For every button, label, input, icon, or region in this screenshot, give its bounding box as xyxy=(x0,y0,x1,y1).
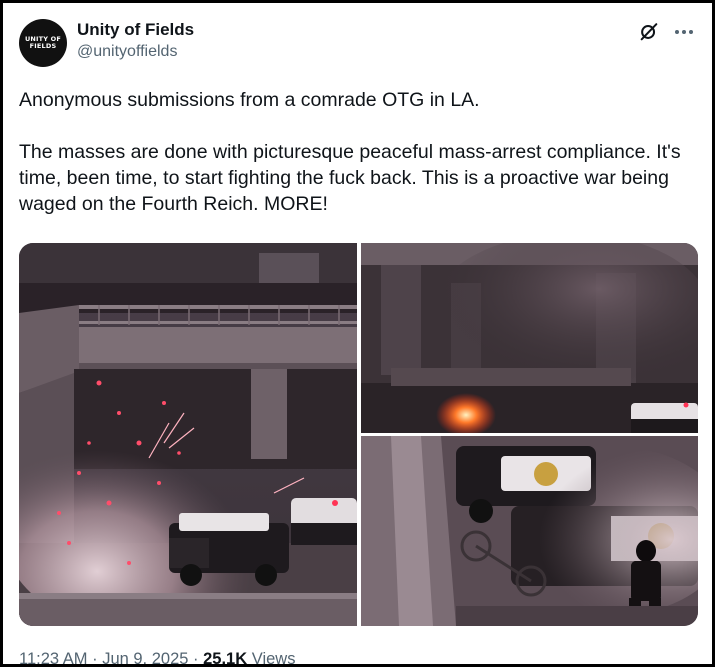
tweet-header: UNITY OF FIELDS Unity of Fields @unityof… xyxy=(19,17,696,69)
tweet-date[interactable]: Jun 9, 2025 xyxy=(102,650,188,664)
tweet-text: Anonymous submissions from a comrade OTG… xyxy=(19,87,689,217)
photo-overpass-fireworks[interactable] xyxy=(19,243,357,626)
meta-separator: · xyxy=(92,650,98,667)
display-name[interactable]: Unity of Fields xyxy=(77,19,194,41)
grok-icon[interactable] xyxy=(638,21,660,43)
tweet-time[interactable]: 11:23 AM xyxy=(19,650,88,664)
avatar-text: UNITY OF FIELDS xyxy=(24,35,62,50)
user-handle[interactable]: @unityoffields xyxy=(77,41,194,63)
tweet-meta: 11:23 AM · Jun 9, 2025 · 25.1K Views xyxy=(19,648,296,667)
views-label: Views xyxy=(251,650,296,667)
meta-separator: · xyxy=(193,650,199,667)
tweet-paragraph: Anonymous submissions from a comrade OTG… xyxy=(19,89,480,111)
tweet-card: UNITY OF FIELDS Unity of Fields @unityof… xyxy=(0,0,715,667)
photo-police-cars-smoke[interactable] xyxy=(361,436,698,626)
author-names: Unity of Fields @unityoffields xyxy=(77,19,194,63)
tweet-paragraph: The masses are done with picturesque pea… xyxy=(19,141,681,215)
media-grid xyxy=(19,243,698,626)
views-count: 25.1K xyxy=(203,650,248,667)
avatar[interactable]: UNITY OF FIELDS xyxy=(19,19,67,67)
photo-flare-overpass[interactable] xyxy=(361,243,698,433)
more-options-icon[interactable] xyxy=(672,21,696,43)
